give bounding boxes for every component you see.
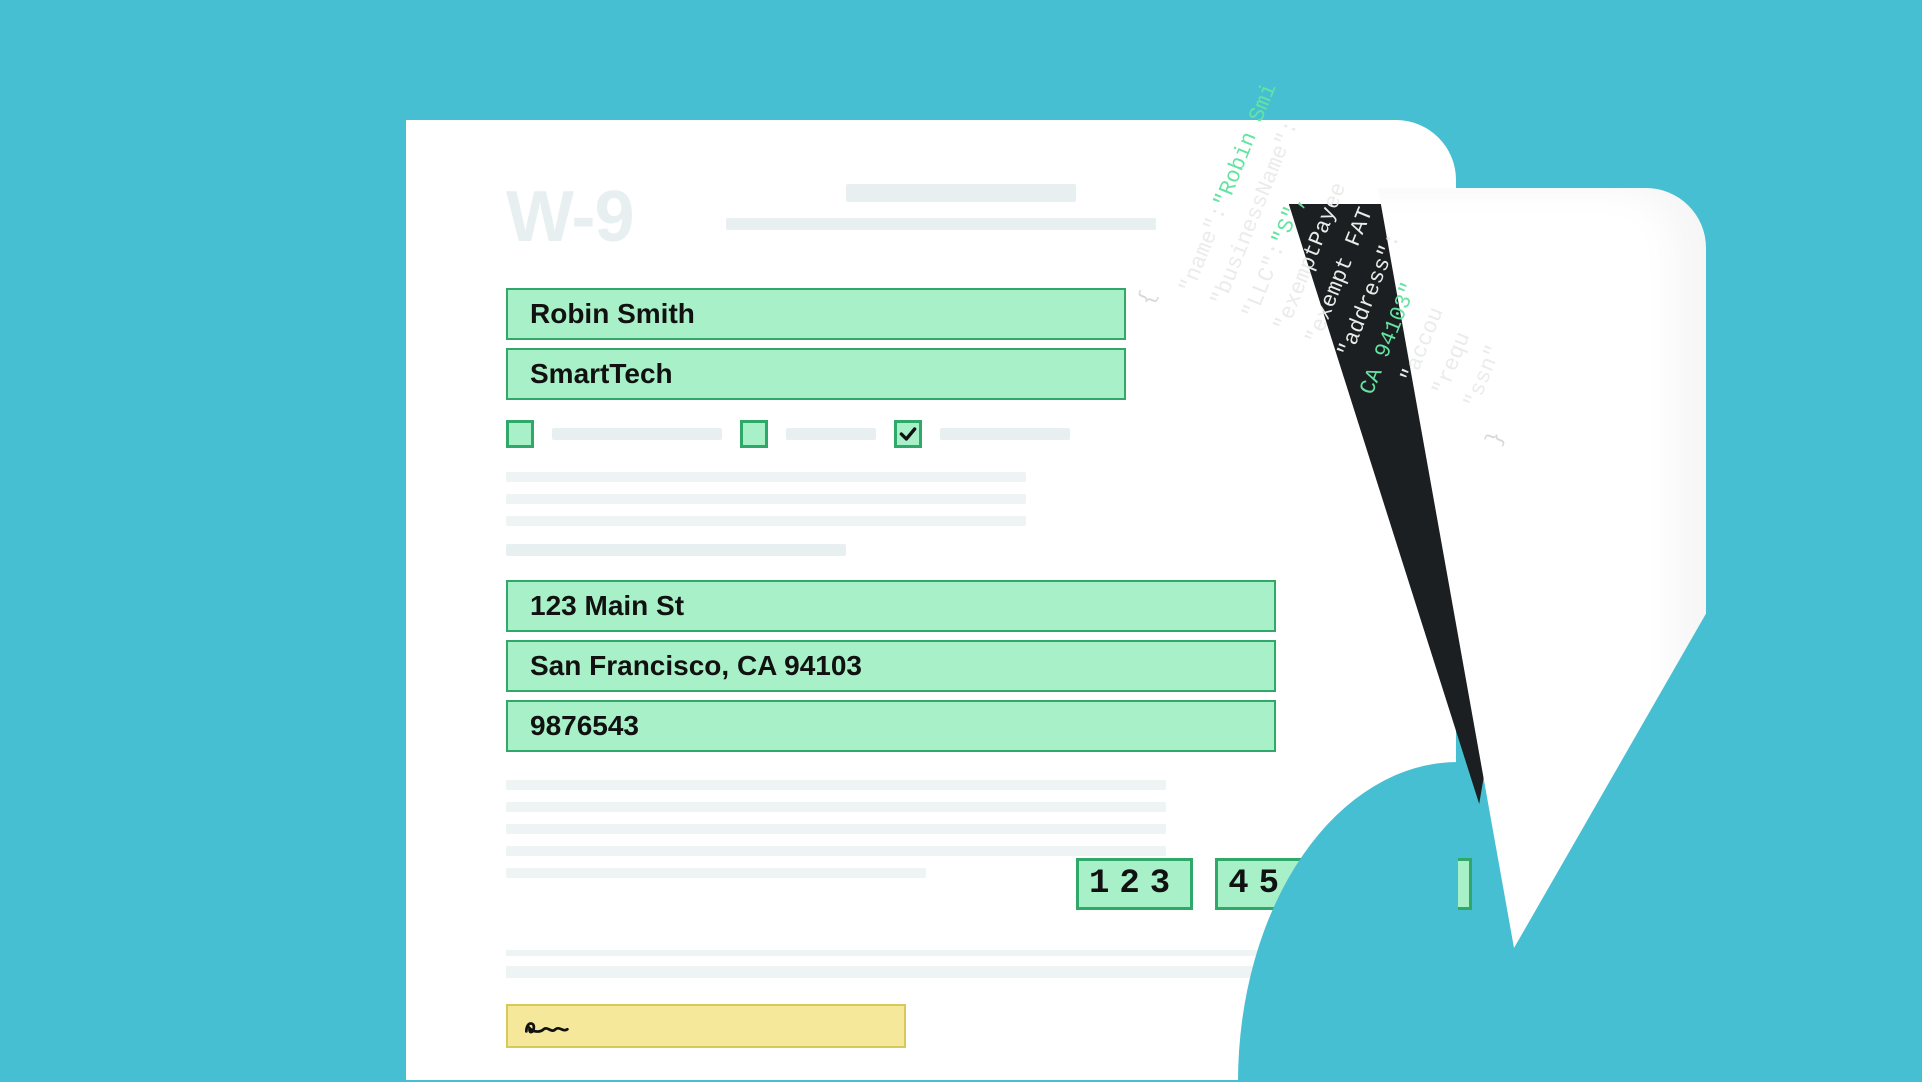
ssn-group-3: 6789 [1324, 858, 1472, 910]
instruction-text-block-1 [506, 472, 1036, 568]
checkbox-1 [506, 420, 534, 448]
form-title: W-9 [506, 176, 634, 258]
name-field: Robin Smith [506, 288, 1126, 340]
city-value: San Francisco, CA 94103 [530, 650, 862, 682]
section-divider [506, 950, 1376, 956]
checkbox-3-label-stub [940, 428, 1070, 440]
signature-field [506, 1004, 906, 1048]
header-placeholder-lines [726, 184, 1156, 246]
illustration-stage: W-9 Robin Smith SmartTech 123 Main St [0, 0, 1922, 1080]
account-number-field: 9876543 [506, 700, 1276, 752]
business-name-field: SmartTech [506, 348, 1126, 400]
name-value: Robin Smith [530, 298, 695, 330]
city-state-zip-field: San Francisco, CA 94103 [506, 640, 1276, 692]
signature-icon [522, 1013, 576, 1039]
address-value: 123 Main St [530, 590, 684, 622]
section-divider-thick [506, 966, 1376, 978]
ssn-group-1: 123 [1076, 858, 1193, 910]
check-icon [898, 424, 918, 444]
address-field: 123 Main St [506, 580, 1276, 632]
classification-checkbox-row [506, 420, 1070, 448]
checkbox-2 [740, 420, 768, 448]
checkbox-1-label-stub [552, 428, 722, 440]
business-value: SmartTech [530, 358, 673, 390]
w9-form-page: W-9 Robin Smith SmartTech 123 Main St [406, 120, 1456, 1080]
account-value: 9876543 [530, 710, 639, 742]
checkbox-2-label-stub [786, 428, 876, 440]
ssn-group-2: 45 [1215, 858, 1302, 910]
ssn-row: 123 45 6789 [1076, 858, 1472, 910]
checkbox-3-checked [894, 420, 922, 448]
